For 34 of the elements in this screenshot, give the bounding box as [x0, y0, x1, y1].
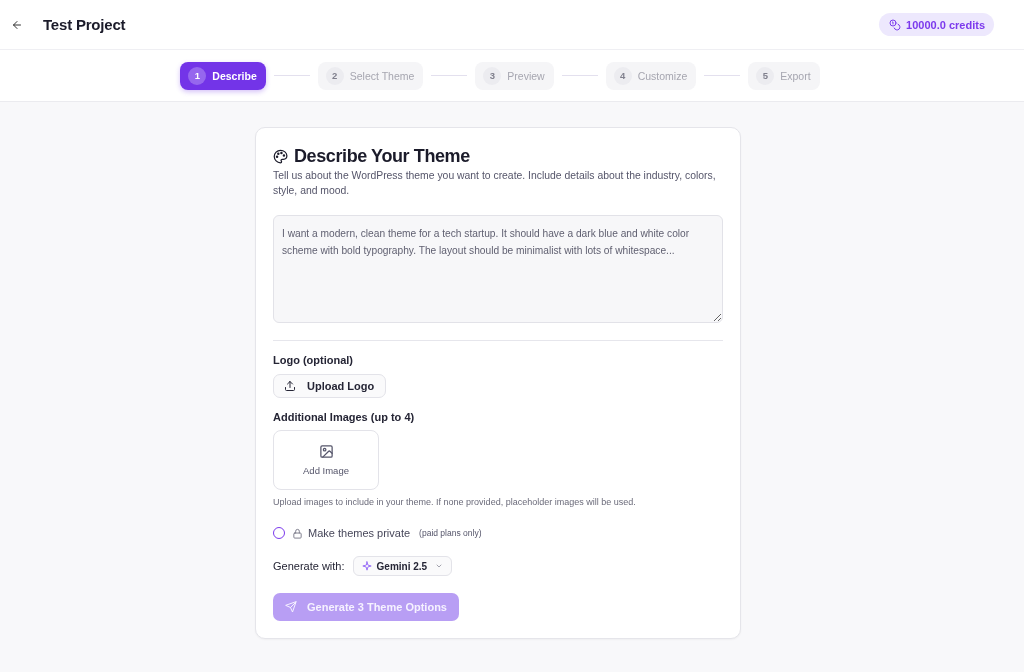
- private-radio[interactable]: [273, 527, 285, 539]
- project-title: Test Project: [43, 16, 126, 33]
- step-number: 2: [325, 66, 344, 85]
- step-number: 3: [483, 66, 502, 85]
- step-tab[interactable]: 1 Describe: [180, 61, 266, 90]
- back-arrow-icon: [11, 18, 23, 31]
- credits-badge[interactable]: 10000.0 credits: [879, 13, 994, 36]
- model-select[interactable]: Gemini 2.5: [352, 556, 453, 576]
- images-label: Additional Images (up to 4): [273, 410, 416, 424]
- step-tab[interactable]: 4 Customize: [605, 61, 697, 90]
- step-number: 1: [188, 66, 207, 85]
- step-number: 5: [756, 66, 775, 85]
- palette-icon: [273, 148, 288, 164]
- card-title: Describe Your Theme: [294, 145, 470, 167]
- model-label: Generate with:: [273, 560, 345, 572]
- private-note: (paid plans only): [419, 528, 482, 538]
- step-tab[interactable]: 3 Preview: [475, 61, 554, 90]
- logo-label: Logo (optional): [273, 353, 355, 367]
- upload-icon: [284, 380, 296, 392]
- images-hint: Upload images to include in your theme. If none provided, placeholder images will be used.: [273, 496, 637, 508]
- sparkle-icon: [361, 561, 372, 571]
- lock-icon: [292, 527, 303, 539]
- add-image-button[interactable]: Add Image: [273, 430, 379, 490]
- step-tab[interactable]: 2 Select Theme: [317, 61, 424, 90]
- card-description: Tell us about the WordPress theme you want to create. Include details about the industry, colors, style, and mood.: [273, 169, 717, 198]
- prompt-field[interactable]: I want a modern, clean theme for a tech startup. It should have a dark blue and white color scheme with bold typography. The layout should be minimalist with lots of whitespace...: [273, 215, 723, 323]
- private-label: Make themes private: [308, 527, 411, 539]
- image-icon: [318, 444, 334, 459]
- chevron-down-icon: [435, 562, 444, 570]
- step-number: 4: [613, 66, 632, 85]
- step-tab[interactable]: 5 Export: [748, 61, 820, 90]
- coins-icon: [889, 18, 902, 31]
- send-icon: [285, 601, 297, 613]
- upload-logo-button[interactable]: Upload Logo: [273, 374, 387, 398]
